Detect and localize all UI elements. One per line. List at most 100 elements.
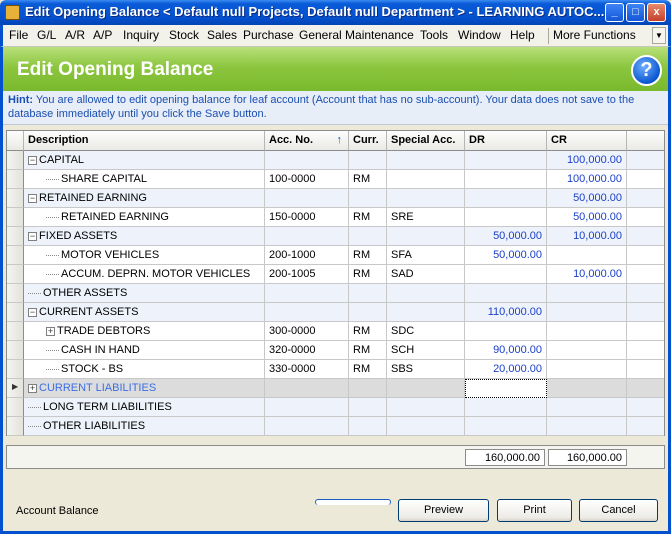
collapse-icon[interactable]: − [28,307,37,317]
cell-curr[interactable] [349,379,387,398]
cell-description[interactable]: + CURRENT LIABILITIES [24,379,265,398]
collapse-icon[interactable]: − [28,193,37,203]
cell-curr[interactable] [349,417,387,436]
cell-curr[interactable] [349,398,387,417]
cell-curr[interactable] [349,151,387,170]
cell-dr[interactable] [465,379,547,398]
row-selector[interactable] [7,417,24,436]
row-selector[interactable]: ▶ [7,379,24,398]
cell-description[interactable]: OTHER LIABILITIES [24,417,265,436]
cell-cr[interactable] [547,360,627,379]
row-selector[interactable] [7,189,24,208]
cell-description[interactable]: − CURRENT ASSETS [24,303,265,322]
expand-icon[interactable]: + [28,383,37,393]
table-row[interactable]: RETAINED EARNING 150-0000 RM SRE 50,000.00 [7,208,664,227]
cell-acc[interactable] [265,227,349,246]
cell-special[interactable]: SRE [387,208,465,227]
chevron-down-icon[interactable]: ▼ [652,27,666,44]
cell-curr[interactable]: RM [349,322,387,341]
cell-dr[interactable] [465,398,547,417]
cell-acc[interactable] [265,151,349,170]
cell-description[interactable]: CASH IN HAND [24,341,265,360]
row-selector[interactable] [7,265,24,284]
cell-acc[interactable] [265,417,349,436]
cell-dr[interactable] [465,284,547,303]
cell-description[interactable]: ACCUM. DEPRN. MOTOR VEHICLES [24,265,265,284]
cell-dr[interactable]: 90,000.00 [465,341,547,360]
cell-dr[interactable]: 110,000.00 [465,303,547,322]
cell-dr[interactable]: 50,000.00 [465,246,547,265]
cell-curr[interactable] [349,303,387,322]
table-row[interactable]: MOTOR VEHICLES 200-1000 RM SFA 50,000.00 [7,246,664,265]
print-button[interactable]: Print [497,499,572,522]
column-header-dr[interactable]: DR [465,131,547,151]
menu-gl[interactable]: G/L [37,28,56,42]
cell-special[interactable]: SAD [387,265,465,284]
cell-dr[interactable] [465,265,547,284]
cell-dr[interactable] [465,417,547,436]
cell-curr[interactable]: RM [349,246,387,265]
cell-cr[interactable] [547,341,627,360]
menu-purchase[interactable]: Purchase [243,28,294,42]
column-header-cr[interactable]: CR [547,131,627,151]
cell-cr[interactable]: 50,000.00 [547,208,627,227]
cell-acc[interactable] [265,284,349,303]
cell-curr[interactable]: RM [349,170,387,189]
cell-special[interactable] [387,189,465,208]
cell-cr[interactable] [547,398,627,417]
row-selector[interactable] [7,170,24,189]
cell-cr[interactable] [547,379,627,398]
menu-file[interactable]: File [9,28,28,42]
menu-window[interactable]: Window [458,28,501,42]
cancel-button[interactable]: Cancel [579,499,658,522]
cell-cr[interactable] [547,417,627,436]
cell-description[interactable]: − CAPITAL [24,151,265,170]
minimize-button[interactable]: _ [605,3,624,22]
close-button[interactable]: x [647,3,666,22]
cell-curr[interactable] [349,189,387,208]
cell-cr[interactable]: 10,000.00 [547,227,627,246]
row-selector[interactable] [7,151,24,170]
table-row[interactable]: ACCUM. DEPRN. MOTOR VEHICLES 200-1005 RM SA… [7,265,664,284]
table-row[interactable]: SHARE CAPITAL 100-0000 RM 100,000.00 [7,170,664,189]
cell-special[interactable] [387,170,465,189]
row-selector[interactable] [7,208,24,227]
row-selector[interactable] [7,398,24,417]
cell-cr[interactable] [547,284,627,303]
cell-special[interactable] [387,398,465,417]
cell-dr[interactable] [465,208,547,227]
column-header-special-acc[interactable]: Special Acc. [387,131,465,151]
cell-curr[interactable]: RM [349,208,387,227]
cell-dr[interactable] [465,151,547,170]
cell-description[interactable]: − FIXED ASSETS [24,227,265,246]
column-header-description[interactable]: Description [24,131,265,151]
collapse-icon[interactable]: − [28,231,37,241]
cell-special[interactable]: SDC [387,322,465,341]
cell-description[interactable]: + TRADE DEBTORS [24,322,265,341]
cell-dr[interactable] [465,189,547,208]
table-row[interactable]: LONG TERM LIABILITIES [7,398,664,417]
cell-description[interactable]: LONG TERM LIABILITIES [24,398,265,417]
expand-icon[interactable]: + [46,326,55,336]
menu-stock[interactable]: Stock [169,28,199,42]
cell-acc[interactable] [265,189,349,208]
column-header-curr[interactable]: Curr. [349,131,387,151]
table-row[interactable]: − RETAINED EARNING 50,000.00 [7,189,664,208]
row-selector[interactable] [7,322,24,341]
cell-description[interactable]: RETAINED EARNING [24,208,265,227]
cell-dr[interactable]: 20,000.00 [465,360,547,379]
cell-description[interactable]: MOTOR VEHICLES [24,246,265,265]
table-row[interactable]: OTHER ASSETS [7,284,664,303]
menu-general-maintenance[interactable]: General Maintenance [299,28,414,42]
row-selector[interactable] [7,360,24,379]
cell-special[interactable] [387,303,465,322]
cell-cr[interactable]: 50,000.00 [547,189,627,208]
table-row[interactable]: OTHER LIABILITIES [7,417,664,436]
maximize-button[interactable]: □ [626,3,645,22]
menu-more-functions[interactable]: More Functions [553,28,636,42]
cell-dr[interactable]: 50,000.00 [465,227,547,246]
cell-special[interactable] [387,151,465,170]
cell-description[interactable]: − RETAINED EARNING [24,189,265,208]
cell-acc[interactable] [265,379,349,398]
cell-cr[interactable] [547,303,627,322]
